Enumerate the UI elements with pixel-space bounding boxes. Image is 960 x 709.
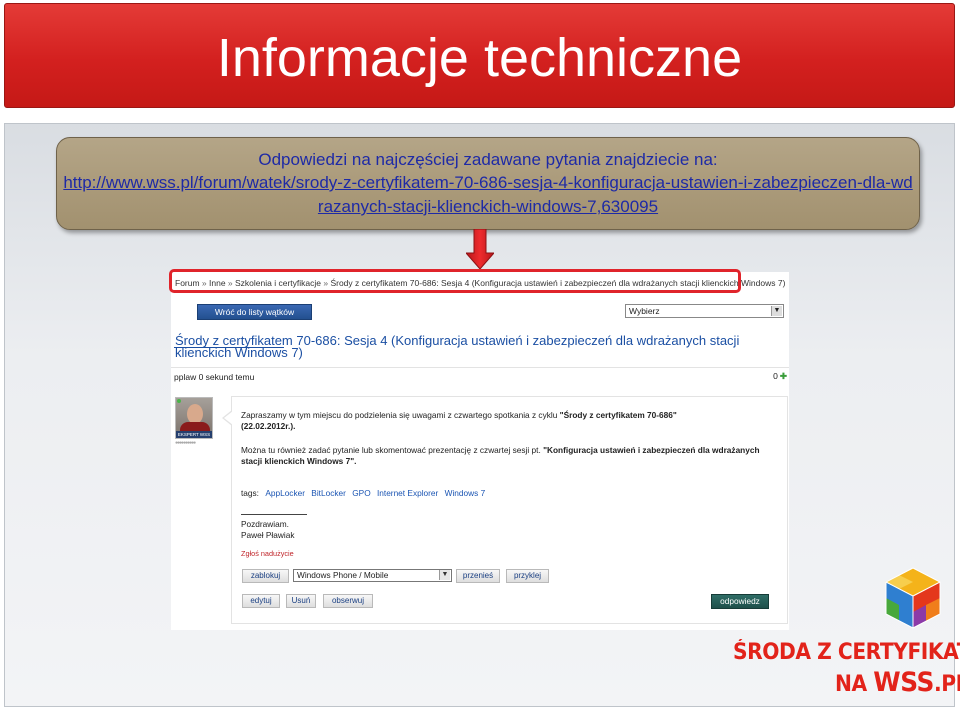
forum-screenshot: Forum » Inne » Szkolenia i certyfikacje …	[169, 269, 789, 630]
report-abuse-link[interactable]: Zgłoś nadużycie	[241, 549, 294, 558]
edit-button[interactable]: edytuj	[242, 594, 280, 608]
breadcrumb-item-forum[interactable]: Forum	[175, 278, 200, 288]
breadcrumb-item-thread: Środy z certyfikatem 70-686: Sesja 4 (Ko…	[330, 278, 786, 288]
title-bar: Informacje techniczne	[4, 3, 955, 108]
pin-button[interactable]: przyklej	[506, 569, 549, 583]
tags-label: tags:	[241, 488, 259, 498]
slide-title: Informacje techniczne	[216, 28, 743, 88]
breadcrumb-separator: »	[199, 278, 210, 288]
breadcrumb-item-other[interactable]: Inne	[209, 278, 226, 288]
post-author-signature: Paweł Pławiak	[241, 530, 295, 540]
tag-windows-7[interactable]: Windows 7	[445, 488, 486, 498]
logo-text-line1: ŚRODA Z CERTYFIKATEM	[733, 640, 960, 665]
delete-button[interactable]: Usuń	[286, 594, 316, 608]
tag-internet-explorer[interactable]: Internet Explorer	[377, 488, 438, 498]
callout-text: Odpowiedzi na najczęściej zadawane pytan…	[258, 150, 718, 169]
post-p2-text: Można tu również zadać pytanie lub skome…	[241, 445, 544, 455]
online-status-icon	[177, 399, 181, 403]
rank-dots-icon: ●●●●●●●●●●	[175, 440, 196, 446]
move-category-select[interactable]: Windows Phone / Mobile ▼	[293, 569, 452, 582]
tag-applocker[interactable]: AppLocker	[265, 488, 305, 498]
post-paragraph-1: Zapraszamy w tym miejscu do podzielenia …	[241, 410, 711, 432]
title-underline	[174, 347, 284, 348]
move-category-value: Windows Phone / Mobile	[297, 570, 389, 580]
post-author-time: pplaw 0 sekund temu	[174, 372, 255, 382]
post-p1-text: Zapraszamy w tym miejscu do podzielenia …	[241, 410, 560, 420]
expert-badge: EKSPERT WSS	[176, 431, 212, 438]
watch-button[interactable]: obserwuj	[323, 594, 373, 608]
logo-wss: WSS	[873, 667, 934, 698]
down-arrow-icon	[466, 229, 494, 269]
back-to-threads-button[interactable]: Wróć do listy wątków	[197, 304, 312, 320]
forum-jump-select[interactable]: Wybierz ▼	[625, 304, 784, 318]
logo-pl: .PL	[933, 672, 960, 697]
logo-na: NA	[835, 672, 874, 697]
forum-thread-link[interactable]: http://www.wss.pl/forum/watek/srody-z-ce…	[57, 171, 919, 219]
post-greeting: Pozdrawiam.	[241, 519, 289, 529]
signature-divider	[241, 514, 307, 515]
reply-button[interactable]: odpowiedz	[711, 594, 769, 609]
cube-logo-icon	[885, 567, 941, 629]
breadcrumb-separator: »	[225, 278, 236, 288]
post-pointer-inner	[224, 411, 233, 425]
post-paragraph-2: Można tu również zadać pytanie lub skome…	[241, 445, 771, 467]
post-meta: pplaw 0 sekund temu 0 ✚	[171, 367, 789, 383]
block-button[interactable]: zablokuj	[242, 569, 289, 583]
post-tags: tags: AppLocker BitLocker GPO Internet E…	[241, 488, 485, 498]
slide: Informacje techniczne Odpowiedzi na najc…	[0, 0, 960, 709]
forum-jump-value: Wybierz	[629, 306, 660, 316]
logo-text-line2: NA WSS.PL	[835, 667, 960, 698]
dropdown-arrow-icon: ▼	[439, 570, 450, 580]
move-button[interactable]: przenieś	[456, 569, 500, 583]
info-callout: Odpowiedzi na najczęściej zadawane pytan…	[56, 137, 920, 230]
avatar[interactable]: EKSPERT WSS	[175, 397, 213, 439]
vote-up-icon[interactable]: ✚	[780, 371, 787, 381]
dropdown-arrow-icon: ▼	[771, 306, 782, 316]
vote-count-value: 0	[773, 371, 778, 381]
vote-count: 0 ✚	[773, 371, 787, 382]
tag-bitlocker[interactable]: BitLocker	[311, 488, 346, 498]
tag-gpo[interactable]: GPO	[352, 488, 370, 498]
breadcrumb-item-trainings[interactable]: Szkolenia i certyfikacje	[235, 278, 321, 288]
avatar-face	[187, 404, 203, 424]
breadcrumb: Forum » Inne » Szkolenia i certyfikacje …	[175, 278, 785, 288]
